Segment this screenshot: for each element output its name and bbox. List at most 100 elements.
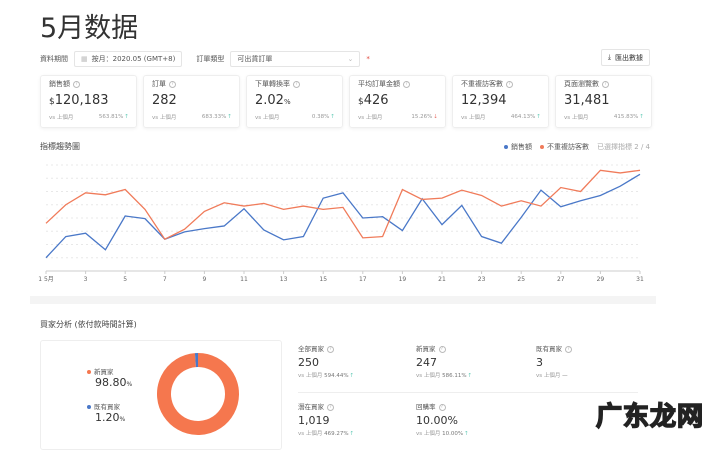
card-label: 不重複訪客數 <box>461 80 503 88</box>
data-point[interactable] <box>480 194 483 197</box>
metric-card[interactable]: 銷售額? $120,183 vs 上個月563.81% 🡑 <box>40 75 137 128</box>
help-icon[interactable]: ? <box>293 81 300 88</box>
data-point[interactable] <box>540 189 543 192</box>
data-point[interactable] <box>579 199 582 202</box>
data-point[interactable] <box>124 188 127 191</box>
order-type-label: 訂單類型 <box>196 54 224 64</box>
help-icon[interactable]: ? <box>439 404 446 411</box>
data-point[interactable] <box>619 171 622 174</box>
data-point[interactable] <box>104 248 107 251</box>
data-point[interactable] <box>203 210 206 213</box>
data-point[interactable] <box>441 223 444 226</box>
data-point[interactable] <box>401 188 404 191</box>
data-point[interactable] <box>599 169 602 172</box>
data-point[interactable] <box>559 186 562 189</box>
data-point[interactable] <box>124 215 127 218</box>
data-point[interactable] <box>282 208 285 211</box>
data-point[interactable] <box>480 235 483 238</box>
data-point[interactable] <box>520 199 523 202</box>
donut-slice[interactable] <box>164 360 232 428</box>
data-point[interactable] <box>262 228 265 231</box>
data-point[interactable] <box>421 198 424 201</box>
data-point[interactable] <box>361 217 364 220</box>
help-icon[interactable]: ? <box>439 346 446 353</box>
filter-bar: 資料期間 ▦按月：2020.05 (GMT+8) 訂單類型 可出貨訂單⌄ * <box>40 50 650 68</box>
data-point[interactable] <box>520 216 523 219</box>
card-label: 訂單 <box>152 80 166 88</box>
legend-label: 既有買家 <box>94 403 120 411</box>
data-point[interactable] <box>144 208 147 211</box>
data-point[interactable] <box>84 191 87 194</box>
data-point[interactable] <box>441 197 444 200</box>
metric-card[interactable]: 頁面瀏覽數? 31,481 vs 上個月415.83% 🡑 <box>555 75 652 128</box>
data-point[interactable] <box>639 173 642 176</box>
data-point[interactable] <box>64 203 67 206</box>
buyer-analysis-title: 買家分析 (依付款時間計算) <box>40 319 137 330</box>
help-icon[interactable]: ? <box>327 346 334 353</box>
data-point[interactable] <box>381 235 384 238</box>
data-point[interactable] <box>282 238 285 241</box>
data-point[interactable] <box>183 230 186 233</box>
help-icon[interactable]: ? <box>327 404 334 411</box>
data-point[interactable] <box>322 208 325 211</box>
data-point[interactable] <box>45 222 48 225</box>
data-point[interactable] <box>144 217 147 220</box>
data-point[interactable] <box>322 197 325 200</box>
legend-dot-icon <box>87 370 91 374</box>
data-point[interactable] <box>619 185 622 188</box>
legend-sales[interactable]: 銷售額 <box>504 142 532 152</box>
metric-card[interactable]: 訂單? 282 vs 上個月683.33% 🡑 <box>143 75 240 128</box>
data-point[interactable] <box>579 190 582 193</box>
arrow-up-icon: 🡑 <box>350 373 353 379</box>
data-point[interactable] <box>243 205 246 208</box>
data-point[interactable] <box>342 191 345 194</box>
export-button[interactable]: ⤓匯出數據 <box>601 49 650 66</box>
help-icon[interactable]: ? <box>506 81 513 88</box>
data-point[interactable] <box>223 201 226 204</box>
legend-visitors[interactable]: 不重複訪客數 <box>540 142 589 152</box>
metric-card[interactable]: 平均訂單金額? $426 vs 上個月15.26% 🡓 <box>349 75 446 128</box>
data-point[interactable] <box>342 206 345 209</box>
data-point[interactable] <box>599 194 602 197</box>
data-point[interactable] <box>64 235 67 238</box>
data-point[interactable] <box>540 205 543 208</box>
data-point[interactable] <box>262 202 265 205</box>
help-icon[interactable]: ? <box>73 81 80 88</box>
data-point[interactable] <box>45 256 48 259</box>
data-point[interactable] <box>84 232 87 235</box>
data-point[interactable] <box>559 205 562 208</box>
help-icon[interactable]: ? <box>565 346 572 353</box>
data-point[interactable] <box>183 228 186 231</box>
data-point[interactable] <box>460 204 463 207</box>
data-point[interactable] <box>381 215 384 218</box>
help-icon[interactable]: ? <box>403 81 410 88</box>
calendar-icon: ▦ <box>81 55 88 63</box>
selected-metrics[interactable]: 已選擇指標 2 / 4 <box>597 142 650 152</box>
help-icon[interactable]: ? <box>602 81 609 88</box>
period-picker[interactable]: ▦ 按月：2020.05 (GMT+8) <box>74 51 182 67</box>
data-point[interactable] <box>243 207 246 210</box>
data-point[interactable] <box>460 189 463 192</box>
buyer-stat: 既有買家? 3 vs 上個月 — <box>536 343 636 379</box>
order-type-select[interactable]: 可出貨訂單⌄ <box>230 51 360 67</box>
data-point[interactable] <box>361 236 364 239</box>
data-point[interactable] <box>500 205 503 208</box>
arrow-up-icon: 🡑 <box>468 373 471 379</box>
data-point[interactable] <box>203 227 206 230</box>
data-point[interactable] <box>223 224 226 227</box>
card-label: 頁面瀏覽數 <box>564 80 599 88</box>
data-point[interactable] <box>500 242 503 245</box>
data-point[interactable] <box>302 205 305 208</box>
arrow-up-icon: 🡑 <box>640 114 643 120</box>
data-point[interactable] <box>163 238 166 241</box>
help-icon[interactable]: ? <box>169 81 176 88</box>
data-point[interactable] <box>639 169 642 172</box>
data-point[interactable] <box>401 229 404 232</box>
data-point[interactable] <box>104 193 107 196</box>
metric-card[interactable]: 不重複訪客數? 12,394 vs 上個月464.13% 🡑 <box>452 75 549 128</box>
metric-card[interactable]: 下單轉換率? 2.02% vs 上個月0.38% 🡑 <box>246 75 343 128</box>
period-value: 按月：2020.05 (GMT+8) <box>92 54 176 64</box>
data-point[interactable] <box>302 235 305 238</box>
legend-label: 新買家 <box>94 368 114 376</box>
watermark: 广东龙网 <box>596 396 704 433</box>
